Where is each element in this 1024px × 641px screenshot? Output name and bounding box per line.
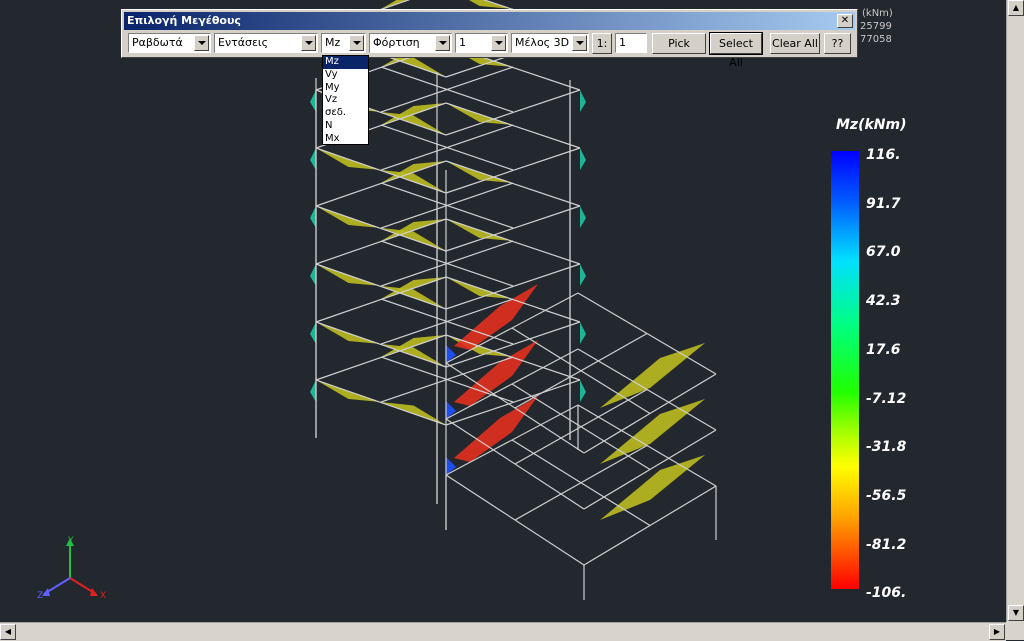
- legend-label: 91.7: [866, 195, 901, 212]
- frame-member: [511, 439, 651, 527]
- legend-color-bar: [831, 151, 859, 589]
- close-button[interactable]: ✕: [837, 14, 853, 28]
- moment-diagram-shape: [600, 455, 705, 520]
- result-type-select[interactable]: Εντάσεις: [214, 33, 318, 53]
- load-number-value: 1: [459, 36, 466, 49]
- scroll-up-icon[interactable]: ▲: [1008, 0, 1024, 16]
- legend-label: -31.8: [866, 439, 907, 456]
- quantity-select[interactable]: Mz: [321, 33, 366, 53]
- model-viewport[interactable]: (kNm) 25799 77058 Mz(kNm) 116. 91.7 67.0 42…: [0, 0, 1006, 622]
- legend-label: 17.6: [866, 341, 901, 358]
- chevron-down-icon[interactable]: [435, 35, 450, 51]
- legend-label: 116.: [866, 147, 901, 163]
- moment-diagram-shape: [580, 264, 586, 286]
- dialog-title: Επιλογή Μεγέθους: [127, 14, 241, 27]
- moment-diagram-shape: [600, 399, 705, 464]
- quantity-option[interactable]: σεδ.: [323, 107, 368, 120]
- legend-label: 67.0: [866, 244, 901, 261]
- view-mode-value: Μέλος 3D: [515, 36, 570, 49]
- moment-diagram-shape: [600, 343, 705, 408]
- legend-label: 42.3: [866, 293, 901, 310]
- quantity-option[interactable]: N: [323, 120, 368, 133]
- scroll-left-icon[interactable]: ◀: [0, 624, 16, 640]
- behind-text-value-1: 25799: [860, 21, 892, 32]
- element-type-select[interactable]: Ραβδωτά: [128, 33, 211, 53]
- chevron-down-icon[interactable]: [491, 35, 506, 51]
- dialog-titlebar[interactable]: Επιλογή Μεγέθους ✕: [124, 12, 855, 30]
- ratio-button[interactable]: 1:: [592, 33, 612, 54]
- result-type-value: Εντάσεις: [218, 36, 269, 49]
- load-select[interactable]: Φόρτιση: [369, 33, 452, 53]
- legend-title: Mz(kNm): [836, 117, 907, 133]
- axis-triad: [42, 538, 98, 596]
- structural-frame: [315, 0, 717, 600]
- pick-button[interactable]: Pick: [652, 33, 706, 54]
- moment-diagram-shape: [580, 380, 586, 402]
- chevron-down-icon[interactable]: [301, 35, 316, 51]
- chevron-down-icon[interactable]: [572, 35, 587, 51]
- moment-diagram-shape: [310, 380, 316, 402]
- chevron-down-icon[interactable]: [349, 35, 364, 51]
- legend-label: -81.2: [866, 536, 907, 553]
- axis-z-label: Z: [37, 591, 44, 601]
- axis-y-label: Y: [68, 536, 74, 546]
- clear-all-button[interactable]: Clear All: [770, 33, 820, 54]
- moment-diagram-shape: [580, 148, 586, 170]
- quantity-option[interactable]: Mz: [323, 56, 368, 69]
- vertical-scrollbar[interactable]: ▲ ▼: [1006, 0, 1024, 622]
- quantity-dropdown-list[interactable]: Mz Vy My Vz σεδ. N Mx: [322, 55, 369, 145]
- moment-diagram-shape: [580, 322, 586, 344]
- moment-diagram-shape: [580, 90, 586, 112]
- moment-diagram-shape: [468, 0, 513, 9]
- horizontal-scrollbar[interactable]: ◀ ▶: [0, 622, 1006, 641]
- behind-text-value-2: 77058: [860, 34, 892, 45]
- scrollbar-corner: [1006, 622, 1024, 640]
- load-value: Φόρτιση: [373, 36, 420, 49]
- moment-diagram-shape: [381, 0, 408, 9]
- moment-diagram-shape: [310, 322, 316, 344]
- moment-diagram-shape: [580, 206, 586, 228]
- scroll-right-icon[interactable]: ▶: [989, 624, 1005, 640]
- element-type-value: Ραβδωτά: [132, 36, 183, 49]
- load-number-select[interactable]: 1: [455, 33, 508, 53]
- scroll-down-icon[interactable]: ▼: [1008, 605, 1024, 621]
- quantity-option[interactable]: Mx: [323, 133, 368, 146]
- moment-diagram-shape: [310, 264, 316, 286]
- quantity-option[interactable]: Vy: [323, 69, 368, 82]
- quantity-option[interactable]: My: [323, 82, 368, 95]
- moment-diagram-shape: [310, 90, 316, 112]
- quantity-selection-dialog: Επιλογή Μεγέθους ✕ Ραβδωτά Εντάσεις Mz Φ…: [121, 9, 858, 69]
- select-all-button[interactable]: Select All: [709, 32, 763, 69]
- quantity-option[interactable]: Vz: [323, 94, 368, 107]
- view-mode-select[interactable]: Μέλος 3D: [511, 33, 589, 53]
- axis-x-label: X: [100, 591, 107, 601]
- chevron-down-icon[interactable]: [194, 35, 209, 51]
- ratio-input[interactable]: 1: [615, 33, 647, 53]
- moment-diagram-shape: [310, 148, 316, 170]
- quantity-value: Mz: [325, 36, 341, 49]
- help-button[interactable]: ??: [824, 33, 851, 54]
- legend-label: -7.12: [866, 390, 907, 407]
- legend-label: -56.5: [866, 487, 907, 504]
- moment-diagram-shape: [310, 206, 316, 228]
- legend-label: -106.: [866, 585, 907, 602]
- behind-text-unit: (kNm): [862, 8, 893, 19]
